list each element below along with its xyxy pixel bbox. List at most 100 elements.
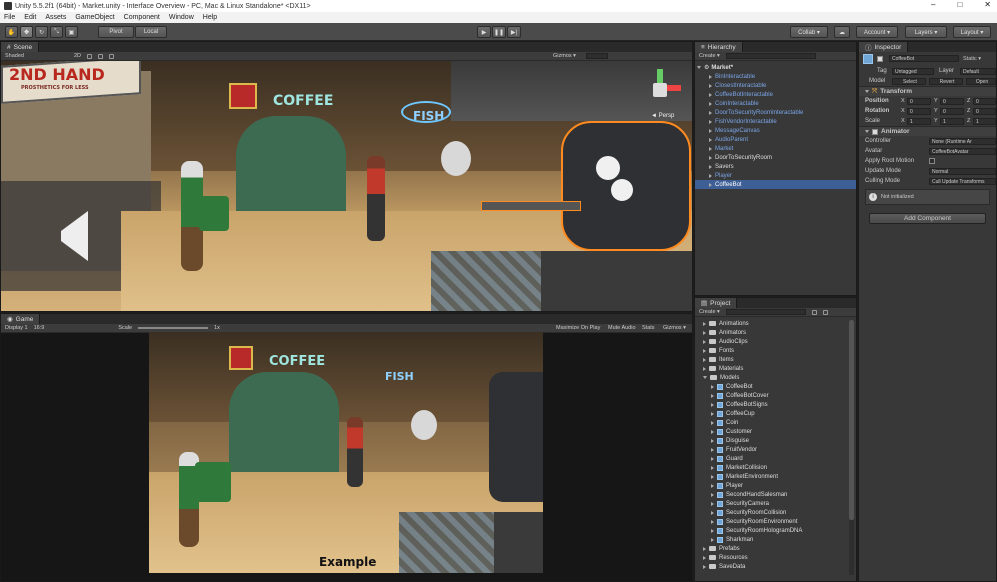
game-gizmos-dropdown[interactable]: Gizmos ▾ <box>663 325 686 331</box>
layers-dropdown[interactable]: Layers ▾ <box>905 26 947 38</box>
project-model-asset[interactable]: SecondHandSalesman <box>695 490 856 499</box>
hierarchy-item[interactable]: MessageCanvas <box>695 126 856 135</box>
expand-arrow-icon[interactable] <box>711 510 714 515</box>
expand-arrow-icon[interactable] <box>703 321 706 326</box>
rotation-z-field[interactable]: 0 <box>973 107 996 115</box>
expand-arrow-icon[interactable] <box>711 528 714 533</box>
expand-arrow-icon[interactable] <box>703 339 706 344</box>
rotate-tool-button[interactable]: ↻ <box>35 26 48 38</box>
root-motion-checkbox[interactable] <box>929 158 935 164</box>
expand-arrow-icon[interactable] <box>709 164 712 169</box>
account-dropdown[interactable]: Account ▾ <box>856 26 898 38</box>
play-button[interactable]: ▶ <box>477 26 491 38</box>
expand-arrow-icon[interactable] <box>711 465 714 470</box>
expand-arrow-icon[interactable] <box>709 137 712 142</box>
expand-arrow-icon[interactable] <box>711 501 714 506</box>
scale-slider[interactable] <box>138 327 209 329</box>
expand-arrow-icon[interactable] <box>709 173 712 178</box>
layer-dropdown[interactable]: Default <box>960 67 996 75</box>
project-model-asset[interactable]: Sharkman <box>695 535 856 544</box>
scene-search-input[interactable] <box>586 53 608 59</box>
pause-button[interactable]: ❚❚ <box>492 26 506 38</box>
project-model-asset[interactable]: CoffeeBot <box>695 382 856 391</box>
project-model-asset[interactable]: FruitVendor <box>695 445 856 454</box>
effects-toggle-icon[interactable] <box>109 53 114 59</box>
tab-game[interactable]: ◉ Game <box>1 314 41 324</box>
project-model-asset[interactable]: Disguise <box>695 436 856 445</box>
scene-viewport[interactable]: 2ND HAND PROSTHETICS FOR LESS COFFEE FIS… <box>1 61 692 311</box>
object-name-field[interactable]: CoffeeBot <box>889 55 959 62</box>
menu-file[interactable]: File <box>4 14 15 21</box>
project-model-asset[interactable]: CoffeeBotCover <box>695 391 856 400</box>
tag-dropdown[interactable]: Untagged <box>892 67 934 75</box>
culling-mode-dropdown[interactable]: Cull Update Transforms <box>929 177 996 185</box>
hierarchy-item[interactable]: Player <box>695 171 856 180</box>
update-mode-dropdown[interactable]: Normal <box>929 167 996 175</box>
shading-dropdown[interactable]: Shaded <box>5 53 24 59</box>
menu-assets[interactable]: Assets <box>45 14 66 21</box>
expand-arrow-icon[interactable] <box>711 447 714 452</box>
menu-help[interactable]: Help <box>203 14 217 21</box>
model-select-button[interactable]: Select <box>892 77 926 85</box>
tab-hierarchy[interactable]: ≡ Hierarchy <box>695 42 743 52</box>
collapse-arrow-icon[interactable] <box>865 90 869 93</box>
local-toggle[interactable]: Local <box>135 26 167 38</box>
project-folder[interactable]: Materials <box>695 364 856 373</box>
project-folder[interactable]: Models <box>695 373 856 382</box>
project-model-asset[interactable]: CoffeeCup <box>695 409 856 418</box>
perspective-label[interactable]: ◄ Persp <box>651 113 674 119</box>
project-folder[interactable]: Prefabs <box>695 544 856 553</box>
transform-header[interactable]: ⤧ Transform <box>859 86 996 96</box>
project-model-asset[interactable]: Coin <box>695 418 856 427</box>
display-dropdown[interactable]: Display 1 <box>5 325 28 331</box>
expand-arrow-icon[interactable] <box>711 537 714 542</box>
model-revert-button[interactable]: Revert <box>929 77 963 85</box>
expand-arrow-icon[interactable] <box>697 66 701 69</box>
expand-arrow-icon[interactable] <box>703 348 706 353</box>
expand-arrow-icon[interactable] <box>709 128 712 133</box>
hierarchy-item[interactable]: Savers <box>695 162 856 171</box>
expand-arrow-icon[interactable] <box>709 101 712 106</box>
expand-arrow-icon[interactable] <box>709 119 712 124</box>
maximize-button[interactable]: □ <box>957 0 962 9</box>
game-viewport[interactable]: COFFEE FISH Example <box>149 332 543 573</box>
position-y-field[interactable]: 0 <box>940 97 964 105</box>
expand-arrow-icon[interactable] <box>709 182 712 187</box>
expand-arrow-icon[interactable] <box>703 366 706 371</box>
avatar-field[interactable]: CoffeeBotAvatar <box>929 147 996 155</box>
collab-button[interactable]: Collab ▾ <box>790 26 828 38</box>
rotation-y-field[interactable]: 0 <box>940 107 964 115</box>
project-model-asset[interactable]: MarketEnvironment <box>695 472 856 481</box>
expand-arrow-icon[interactable] <box>703 376 707 379</box>
scale-tool-button[interactable]: ⤡ <box>50 26 63 38</box>
project-model-asset[interactable]: Player <box>695 481 856 490</box>
scene-gizmos-dropdown[interactable]: Gizmos ▾ <box>553 53 576 59</box>
project-scrollbar[interactable] <box>849 320 854 575</box>
project-folder[interactable]: SaveData <box>695 562 856 571</box>
controller-field[interactable]: None (Runtime Ar <box>929 137 996 145</box>
hierarchy-create-dropdown[interactable]: Create ▾ <box>699 53 720 59</box>
expand-arrow-icon[interactable] <box>703 546 706 551</box>
cloud-button[interactable]: ☁ <box>834 26 850 38</box>
expand-arrow-icon[interactable] <box>709 146 712 151</box>
mute-audio-toggle[interactable]: Mute Audio <box>608 325 636 331</box>
hierarchy-item[interactable]: FishVendorInteractable <box>695 117 856 126</box>
expand-arrow-icon[interactable] <box>711 384 714 389</box>
project-folder[interactable]: AudioClips <box>695 337 856 346</box>
hierarchy-item[interactable]: DoorToSecurityRoomInteractable <box>695 108 856 117</box>
hand-tool-button[interactable]: ✋ <box>5 26 18 38</box>
scene-orientation-gizmo[interactable] <box>641 69 681 109</box>
menu-window[interactable]: Window <box>169 14 194 21</box>
expand-arrow-icon[interactable] <box>711 438 714 443</box>
layout-dropdown[interactable]: Layout ▾ <box>953 26 991 38</box>
tab-inspector[interactable]: ⓘ Inspector <box>859 42 909 52</box>
project-model-asset[interactable]: SecurityCamera <box>695 499 856 508</box>
project-folder[interactable]: Resources <box>695 553 856 562</box>
expand-arrow-icon[interactable] <box>711 429 714 434</box>
expand-arrow-icon[interactable] <box>703 555 706 560</box>
expand-arrow-icon[interactable] <box>711 519 714 524</box>
project-model-asset[interactable]: CoffeeBotSigns <box>695 400 856 409</box>
2d-toggle[interactable]: 2D <box>74 53 81 59</box>
expand-arrow-icon[interactable] <box>709 74 712 79</box>
menu-component[interactable]: Component <box>124 14 160 21</box>
